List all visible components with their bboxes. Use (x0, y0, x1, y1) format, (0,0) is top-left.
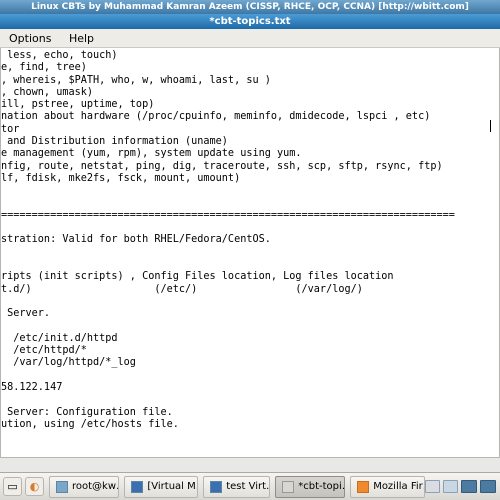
task-label: *cbt-topi… (298, 481, 345, 492)
menu-help[interactable]: Help (62, 29, 101, 48)
vm-manager-icon (131, 481, 143, 493)
terminal-icon (56, 481, 68, 493)
editor-text[interactable]: less, echo, touch) e, find, tree) , wher… (1, 48, 499, 444)
task-firefox[interactable]: Mozilla Fir… (350, 476, 425, 498)
system-tray (425, 480, 500, 493)
vm-icon (210, 481, 222, 493)
task-terminal[interactable]: root@kw… (49, 476, 119, 498)
workspace-switcher-icon[interactable] (425, 480, 440, 493)
show-desktop-icon[interactable]: ▭ (3, 477, 22, 496)
parent-window-title: Linux CBTs by Muhammad Kamran Azeem (CIS… (0, 0, 500, 14)
task-label: [Virtual M… (147, 481, 198, 492)
task-label: Mozilla Fir… (373, 481, 425, 492)
text-cursor (490, 120, 491, 132)
display-icon[interactable] (480, 480, 496, 493)
tray-indicator-icon[interactable] (443, 480, 458, 493)
launcher-tray: ▭ ◐ (0, 473, 44, 500)
task-virtual-manager[interactable]: [Virtual M… (124, 476, 198, 498)
editor-viewport[interactable]: less, echo, touch) e, find, tree) , wher… (0, 48, 500, 458)
menu-options[interactable]: Options (2, 29, 58, 48)
text-editor-icon (282, 481, 294, 493)
task-virt-test[interactable]: test Virt… (203, 476, 270, 498)
document-title: *cbt-topics.txt (0, 14, 500, 29)
firefox-icon (357, 481, 369, 493)
task-label: root@kw… (72, 481, 119, 492)
bottom-panel: ▭ ◐ root@kw… [Virtual M… test Virt… *cbt… (0, 472, 500, 500)
menu-bar: Options Help (0, 29, 500, 48)
display-icon[interactable] (461, 480, 477, 493)
firefox-launcher-icon[interactable]: ◐ (25, 477, 44, 496)
task-label: test Virt… (226, 481, 270, 492)
task-editor-cbt-topics[interactable]: *cbt-topi… (275, 476, 345, 498)
